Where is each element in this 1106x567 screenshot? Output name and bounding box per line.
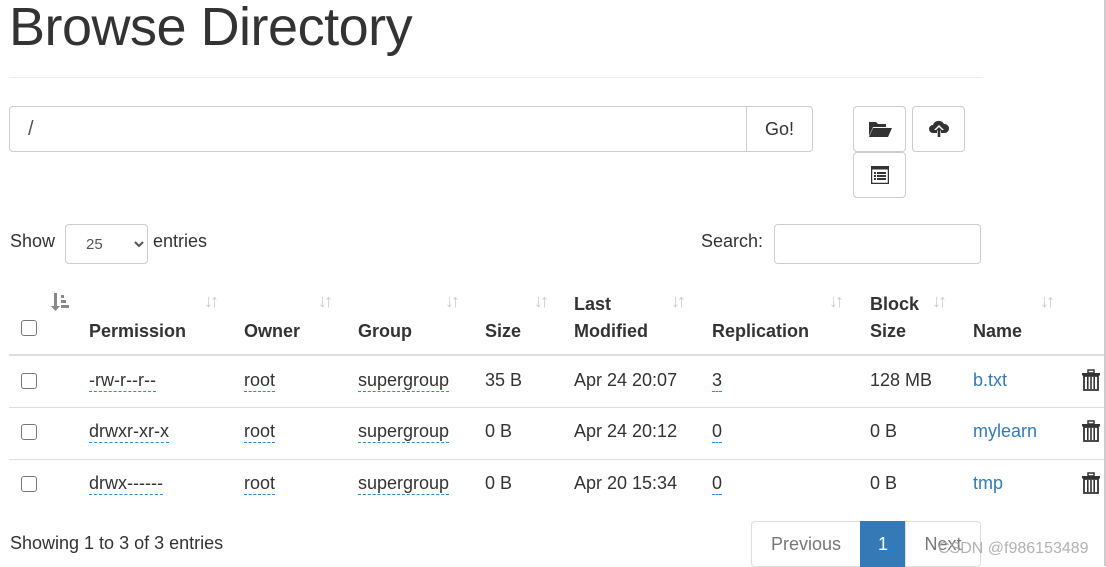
modified-value: Apr 20 15:34 — [574, 473, 678, 493]
column-name[interactable]: Name — [973, 318, 1022, 345]
sort-asc-icon[interactable] — [50, 292, 70, 312]
upload-button[interactable] — [912, 106, 965, 152]
column-permission[interactable]: Permission — [89, 318, 186, 345]
row-checkbox[interactable] — [21, 476, 37, 492]
permission-value[interactable]: -rw-r--r-- — [89, 370, 156, 392]
folder-open-icon — [868, 122, 892, 137]
sort-icon[interactable]: ↓↑ — [671, 291, 686, 312]
trash-icon[interactable] — [1082, 420, 1100, 442]
page-1-button[interactable]: 1 — [860, 521, 906, 567]
search-input[interactable] — [774, 224, 981, 264]
replication-value[interactable]: 0 — [712, 473, 723, 495]
trash-icon[interactable] — [1082, 369, 1100, 391]
cut-paste-button[interactable] — [853, 152, 906, 198]
replication-value[interactable]: 0 — [712, 421, 723, 443]
row-divider — [9, 407, 1104, 408]
owner-value[interactable]: root — [244, 473, 276, 495]
group-value[interactable]: supergroup — [358, 370, 450, 392]
select-all-checkbox[interactable] — [21, 320, 37, 336]
entries-label: entries — [153, 231, 208, 251]
sort-icon[interactable]: ↓↑ — [445, 291, 460, 312]
row-checkbox[interactable] — [21, 424, 37, 440]
owner-value[interactable]: root — [244, 421, 276, 443]
go-button[interactable]: Go! — [746, 106, 813, 152]
sort-icon[interactable]: ↓↑ — [534, 291, 549, 312]
sort-icon[interactable]: ↓↑ — [829, 291, 844, 312]
path-input[interactable] — [9, 106, 747, 152]
group-value[interactable]: supergroup — [358, 421, 450, 443]
owner-value[interactable]: root — [244, 370, 276, 392]
size-value: 0 B — [485, 421, 513, 441]
column-size[interactable]: Size — [485, 318, 521, 345]
sort-icon[interactable]: ↓↑ — [1040, 291, 1055, 312]
entries-select[interactable]: 25 — [65, 224, 148, 264]
file-name-link[interactable]: b.txt — [973, 370, 1007, 391]
divider — [9, 77, 983, 78]
column-block-size[interactable]: Block Size — [870, 291, 919, 345]
column-replication[interactable]: Replication — [712, 318, 809, 345]
permission-value[interactable]: drwx------ — [89, 473, 163, 495]
trash-icon[interactable] — [1082, 472, 1100, 494]
column-last-modified[interactable]: Last Modified — [574, 291, 648, 345]
size-value: 35 B — [485, 370, 523, 390]
block-size-value: 0 B — [870, 421, 898, 441]
cloud-upload-icon — [928, 120, 949, 137]
group-value[interactable]: supergroup — [358, 473, 450, 495]
previous-button[interactable]: Previous — [751, 521, 861, 567]
file-name-link[interactable]: tmp — [973, 473, 1003, 494]
header-divider — [9, 354, 1104, 356]
block-size-value: 128 MB — [870, 370, 933, 390]
watermark: CSDN @f986153489 — [938, 540, 1089, 557]
modified-value: Apr 24 20:07 — [574, 370, 678, 390]
show-label: Show — [10, 231, 56, 251]
row-divider — [9, 459, 1104, 460]
search-label: Search: — [701, 231, 764, 251]
modified-value: Apr 24 20:12 — [574, 421, 678, 441]
block-size-value: 0 B — [870, 473, 898, 493]
create-directory-button[interactable] — [853, 106, 906, 152]
sort-icon[interactable]: ↓↑ — [204, 291, 219, 312]
permission-value[interactable]: drwxr-xr-x — [89, 421, 169, 443]
row-checkbox[interactable] — [21, 373, 37, 389]
sort-icon[interactable]: ↓↑ — [932, 291, 947, 312]
column-group[interactable]: Group — [358, 318, 412, 345]
sort-icon[interactable]: ↓↑ — [318, 291, 333, 312]
size-value: 0 B — [485, 473, 513, 493]
column-owner[interactable]: Owner — [244, 318, 300, 345]
list-icon — [870, 166, 889, 184]
replication-value[interactable]: 3 — [712, 370, 723, 392]
page-title: Browse Directory — [9, 0, 413, 57]
table-info: Showing 1 to 3 of 3 entries — [10, 533, 224, 553]
file-name-link[interactable]: mylearn — [973, 421, 1037, 442]
